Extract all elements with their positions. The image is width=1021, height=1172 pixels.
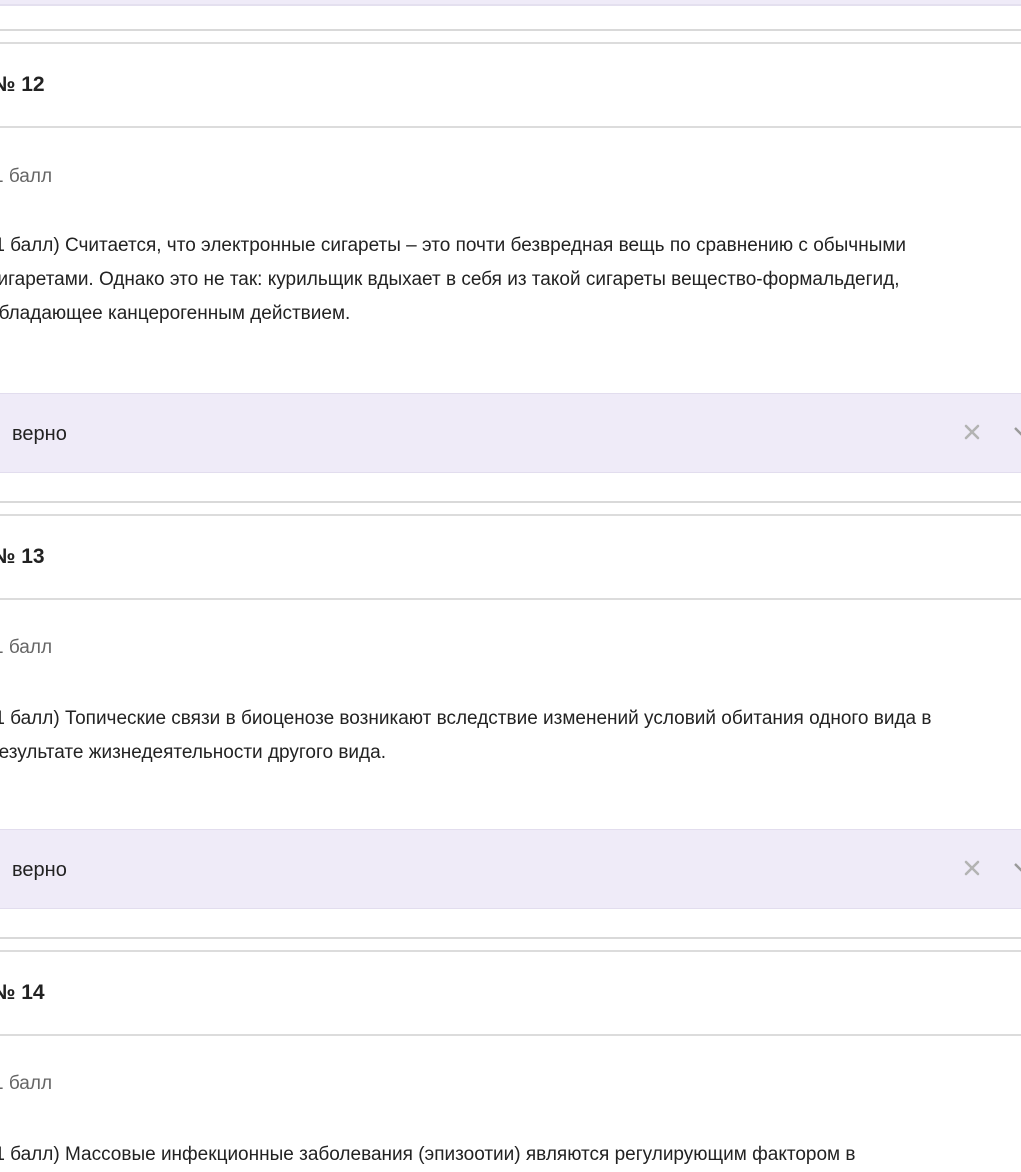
chevron-down-icon[interactable] — [1013, 854, 1021, 882]
answer-select[interactable]: верно — [0, 829, 1021, 909]
question-divider — [0, 29, 1021, 31]
header-divider — [0, 1034, 1021, 1036]
question-number: № 13 — [0, 545, 45, 568]
selected-answer: верно — [12, 859, 67, 881]
question-points: 1 балл — [0, 637, 53, 658]
question-points: 1 балл — [0, 1073, 53, 1094]
question-text-line: обладающее канцерогенным действием. — [0, 303, 351, 324]
question-text-line: (1 балл) Считается, что электронные сига… — [0, 235, 907, 256]
close-icon[interactable] — [961, 421, 983, 443]
question-divider — [0, 514, 1021, 516]
question-points: 1 балл — [0, 166, 53, 187]
question-text: (1 балл) Считается, что электронные сига… — [0, 229, 1021, 331]
previous-answer-box-edge — [0, 0, 1021, 6]
close-icon[interactable] — [961, 857, 983, 879]
question-text-line: сигаретами. Однако это не так: курильщик… — [0, 269, 900, 290]
question-text-line: (1 балл) Массовые инфекционные заболеван… — [0, 1144, 856, 1165]
question-text: (1 балл) Массовые инфекционные заболеван… — [0, 1138, 1021, 1172]
question-text-line: результате жизнедеятельности другого вид… — [0, 742, 386, 763]
question-divider — [0, 937, 1021, 939]
question-divider — [0, 42, 1021, 44]
header-divider — [0, 598, 1021, 600]
question-text: (1 балл) Топические связи в биоценозе во… — [0, 702, 1021, 770]
header-divider — [0, 126, 1021, 128]
selected-answer: верно — [12, 423, 67, 445]
question-number: № 14 — [0, 981, 45, 1004]
question-divider — [0, 950, 1021, 952]
question-divider — [0, 501, 1021, 503]
chevron-down-icon[interactable] — [1013, 418, 1021, 446]
question-text-line: (1 балл) Топические связи в биоценозе во… — [0, 708, 932, 729]
answer-select[interactable]: верно — [0, 393, 1021, 473]
question-number: № 12 — [0, 73, 45, 96]
